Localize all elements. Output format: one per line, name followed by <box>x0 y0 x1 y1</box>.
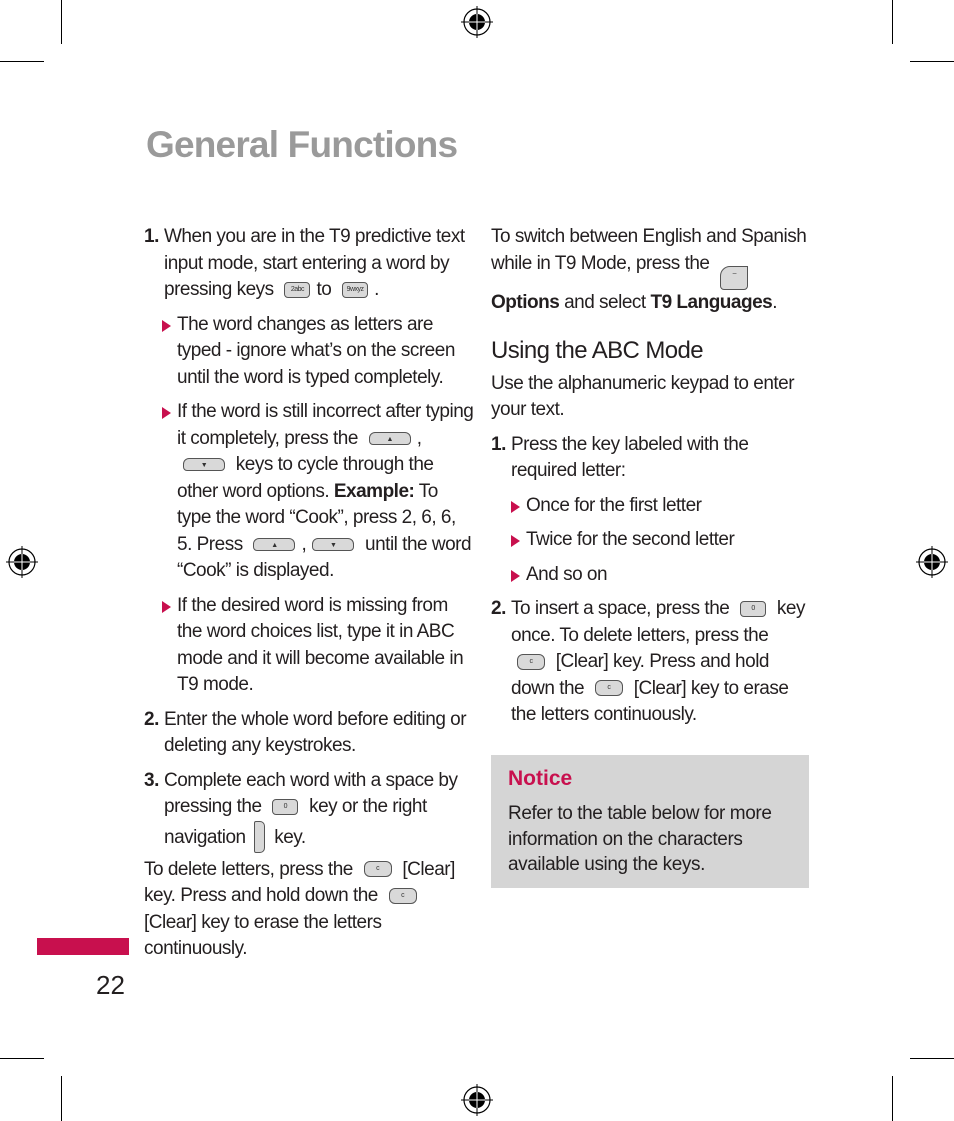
bullet-item: If the desired word is missing from the … <box>160 593 474 699</box>
key-9-icon: 9wxyz <box>342 281 369 298</box>
crop-mark <box>910 61 954 62</box>
notice-box: Notice Refer to the table below for more… <box>491 755 809 888</box>
delete-paragraph: To delete letters, press the c [Clear] k… <box>144 857 474 963</box>
bullet-text: And so on <box>526 563 608 585</box>
switch-language-paragraph: To switch between English and Spanish wh… <box>491 224 811 316</box>
item-number: 3. <box>144 769 159 791</box>
item-text: Enter the whole word before editing or d… <box>164 708 467 757</box>
item-text: . <box>374 279 379 300</box>
notice-body: Refer to the table below for more inform… <box>508 803 772 875</box>
left-column: 1. When you are in the T9 predictive tex… <box>144 224 474 963</box>
paragraph-text: [Clear] key to erase the letters continu… <box>144 911 382 960</box>
soft-key-icon: – <box>720 265 749 290</box>
nav-right-key-icon <box>254 820 266 853</box>
registration-mark-icon <box>461 6 493 38</box>
item-number: 2. <box>144 708 159 730</box>
bullet-item: The word changes as letters are typed - … <box>160 312 474 392</box>
bullet-triangle-icon <box>162 600 171 613</box>
paragraph-text: and select <box>564 291 646 313</box>
bullet-triangle-icon <box>162 407 171 419</box>
crop-mark <box>892 1076 893 1121</box>
crop-mark <box>0 1058 44 1059</box>
options-label: Options <box>491 291 560 313</box>
item-text: to <box>316 279 332 300</box>
bullet-text: If the word is still incorrect after typ… <box>177 401 474 449</box>
clear-key-icon: c <box>594 680 623 697</box>
clear-key-icon: c <box>363 861 392 878</box>
item-text: When you are in the T9 predictive text i… <box>164 226 465 300</box>
bullet-text: If the desired word is missing from the … <box>177 594 464 696</box>
list-item: 1. Press the key labeled with the requir… <box>491 432 811 485</box>
page-number: 22 <box>96 970 125 1000</box>
list-item: 3. Complete each word with a space by pr… <box>144 768 474 853</box>
list-item: 1. When you are in the T9 predictive tex… <box>144 224 474 304</box>
registration-mark-icon <box>461 1084 493 1116</box>
crop-mark <box>61 0 62 44</box>
intro-paragraph: Use the alphanumeric keypad to enter you… <box>491 372 795 421</box>
item-text: key. <box>274 826 306 848</box>
page-title: General Functions <box>146 124 458 165</box>
list-item: 2. Enter the whole word before editing o… <box>144 707 474 760</box>
nav-up-key-icon: ▲ <box>368 431 411 445</box>
bullet-item: And so on <box>509 562 811 589</box>
bullet-text: Once for the first letter <box>526 494 702 516</box>
item-number: 1. <box>144 226 159 247</box>
bullet-triangle-icon <box>162 319 171 332</box>
paragraph-text: To delete letters, press the <box>144 858 353 880</box>
bullet-item: Twice for the second letter <box>509 527 811 554</box>
paragraph-text: . <box>772 291 777 313</box>
registration-mark-icon <box>916 546 948 578</box>
item-number: 2. <box>491 598 506 619</box>
bullet-triangle-icon <box>511 569 520 582</box>
page-accent-bar <box>37 938 129 955</box>
crop-mark <box>0 61 44 62</box>
key-2-icon: 2abc <box>284 281 311 298</box>
crop-mark <box>892 0 893 44</box>
item-text: Press the key labeled with the required … <box>511 433 749 482</box>
bullet-text: The word changes as letters are typed - … <box>177 313 455 388</box>
bullet-triangle-icon <box>511 500 520 513</box>
key-0-space-icon: 0 <box>740 600 767 617</box>
crop-mark <box>910 1058 954 1059</box>
clear-key-icon: c <box>517 653 545 670</box>
item-number: 1. <box>491 433 506 455</box>
t9-languages-label: T9 Languages <box>650 291 773 313</box>
nav-down-key-icon: ▼ <box>312 537 355 551</box>
bullet-item: Once for the first letter <box>509 493 811 520</box>
nav-down-key-icon: ▼ <box>183 458 225 472</box>
bullet-triangle-icon <box>511 535 520 547</box>
registration-mark-icon <box>6 546 38 578</box>
clear-key-icon: c <box>388 887 417 904</box>
crop-mark <box>61 1076 62 1121</box>
bullet-item: If the word is still incorrect after typ… <box>160 399 474 585</box>
item-text: To insert a space, press the <box>511 598 730 619</box>
list-item: 2. To insert a space, press the 0 key on… <box>491 596 811 729</box>
notice-title: Notice <box>508 767 573 790</box>
bullet-text: Twice for the second letter <box>526 529 735 550</box>
right-column: To switch between English and Spanish wh… <box>491 224 811 737</box>
paragraph-text: To switch between English and Spanish wh… <box>491 226 807 274</box>
example-label: Example: <box>333 480 415 502</box>
section-heading: Using the ABC Mode <box>491 337 704 364</box>
nav-up-key-icon: ▲ <box>253 537 296 551</box>
key-0-space-icon: 0 <box>272 798 299 815</box>
